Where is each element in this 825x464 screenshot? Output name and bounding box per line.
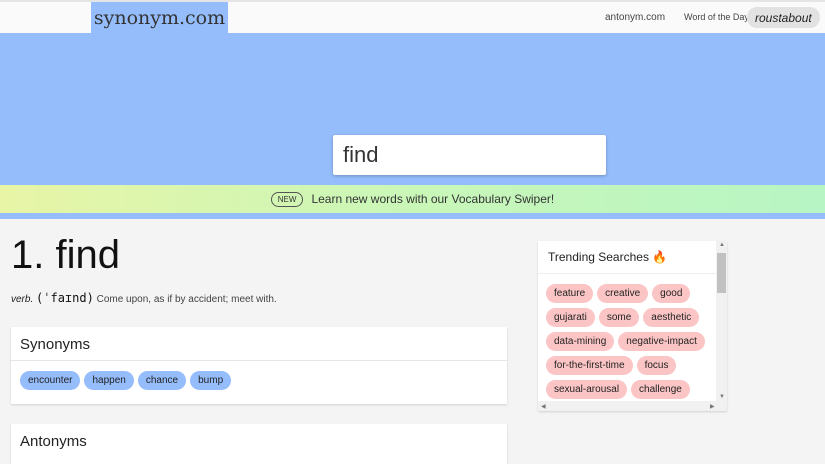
word-of-day-button[interactable]: roustabout xyxy=(747,7,820,28)
scroll-left-icon[interactable]: ◀ xyxy=(541,403,546,410)
trending-chip[interactable]: focus xyxy=(636,356,677,375)
trending-chip[interactable]: negative-impact xyxy=(618,332,705,351)
trending-chip[interactable]: good xyxy=(652,284,691,303)
pronunciation: (ˈfaɪnd) xyxy=(36,291,94,305)
trending-chip[interactable]: for-the-first-time xyxy=(546,356,633,375)
scroll-right-icon[interactable]: ▶ xyxy=(710,403,715,410)
synonym-chip[interactable]: happen xyxy=(84,371,134,390)
definition-text: Come upon, as if by accident; meet with. xyxy=(96,294,277,305)
synonym-chip[interactable]: encounter xyxy=(20,371,81,390)
word-of-day-label: Word of the Day: xyxy=(684,12,752,22)
definition: verb. (ˈfaɪnd) Come upon, as if by accid… xyxy=(11,291,277,305)
trending-chip[interactable]: challenge xyxy=(631,380,690,399)
new-badge: NEW xyxy=(270,191,304,207)
trending-chip[interactable]: some xyxy=(598,308,640,327)
synonyms-card: Synonyms encounter happen chance bump xyxy=(11,327,507,404)
horizontal-scrollbar[interactable]: ◀ ▶ xyxy=(538,401,727,411)
antonyms-heading: Antonyms xyxy=(20,433,87,450)
trending-heading: Trending Searches 🔥 xyxy=(538,241,727,274)
entry-title: 1. find xyxy=(11,233,120,277)
trending-chip[interactable]: gujarati xyxy=(546,308,595,327)
scroll-down-icon[interactable]: ▼ xyxy=(719,394,725,400)
banner-text: Learn new words with our Vocabulary Swip… xyxy=(311,192,555,206)
synonyms-heading: Synonyms xyxy=(11,327,507,361)
site-logo[interactable]: synonym.com xyxy=(91,2,228,33)
scroll-up-icon[interactable]: ▲ xyxy=(719,242,725,248)
trending-panel: Trending Searches 🔥 feature creative goo… xyxy=(538,241,727,411)
synonym-chip[interactable]: bump xyxy=(190,371,232,390)
vocab-swiper-banner[interactable]: NEW Learn new words with our Vocabulary … xyxy=(0,185,825,213)
part-of-speech: verb. xyxy=(11,294,34,305)
synonym-chip[interactable]: chance xyxy=(137,371,187,390)
trending-chip[interactable]: sexual-arousal xyxy=(546,380,628,399)
search-input[interactable] xyxy=(333,135,606,175)
trending-chip[interactable]: feature xyxy=(546,284,594,303)
trending-chip[interactable]: data-mining xyxy=(546,332,615,351)
antonyms-card: Antonyms xyxy=(11,424,507,464)
trending-chip[interactable]: creative xyxy=(597,284,649,303)
vertical-scrollbar[interactable]: ▲ ▼ xyxy=(716,241,727,401)
antonym-link[interactable]: antonym.com xyxy=(605,12,665,23)
top-bar: synonym.com antonym.com Word of the Day:… xyxy=(0,0,825,33)
trending-chip[interactable]: aesthetic xyxy=(643,308,700,327)
scrollbar-thumb[interactable] xyxy=(717,253,726,293)
